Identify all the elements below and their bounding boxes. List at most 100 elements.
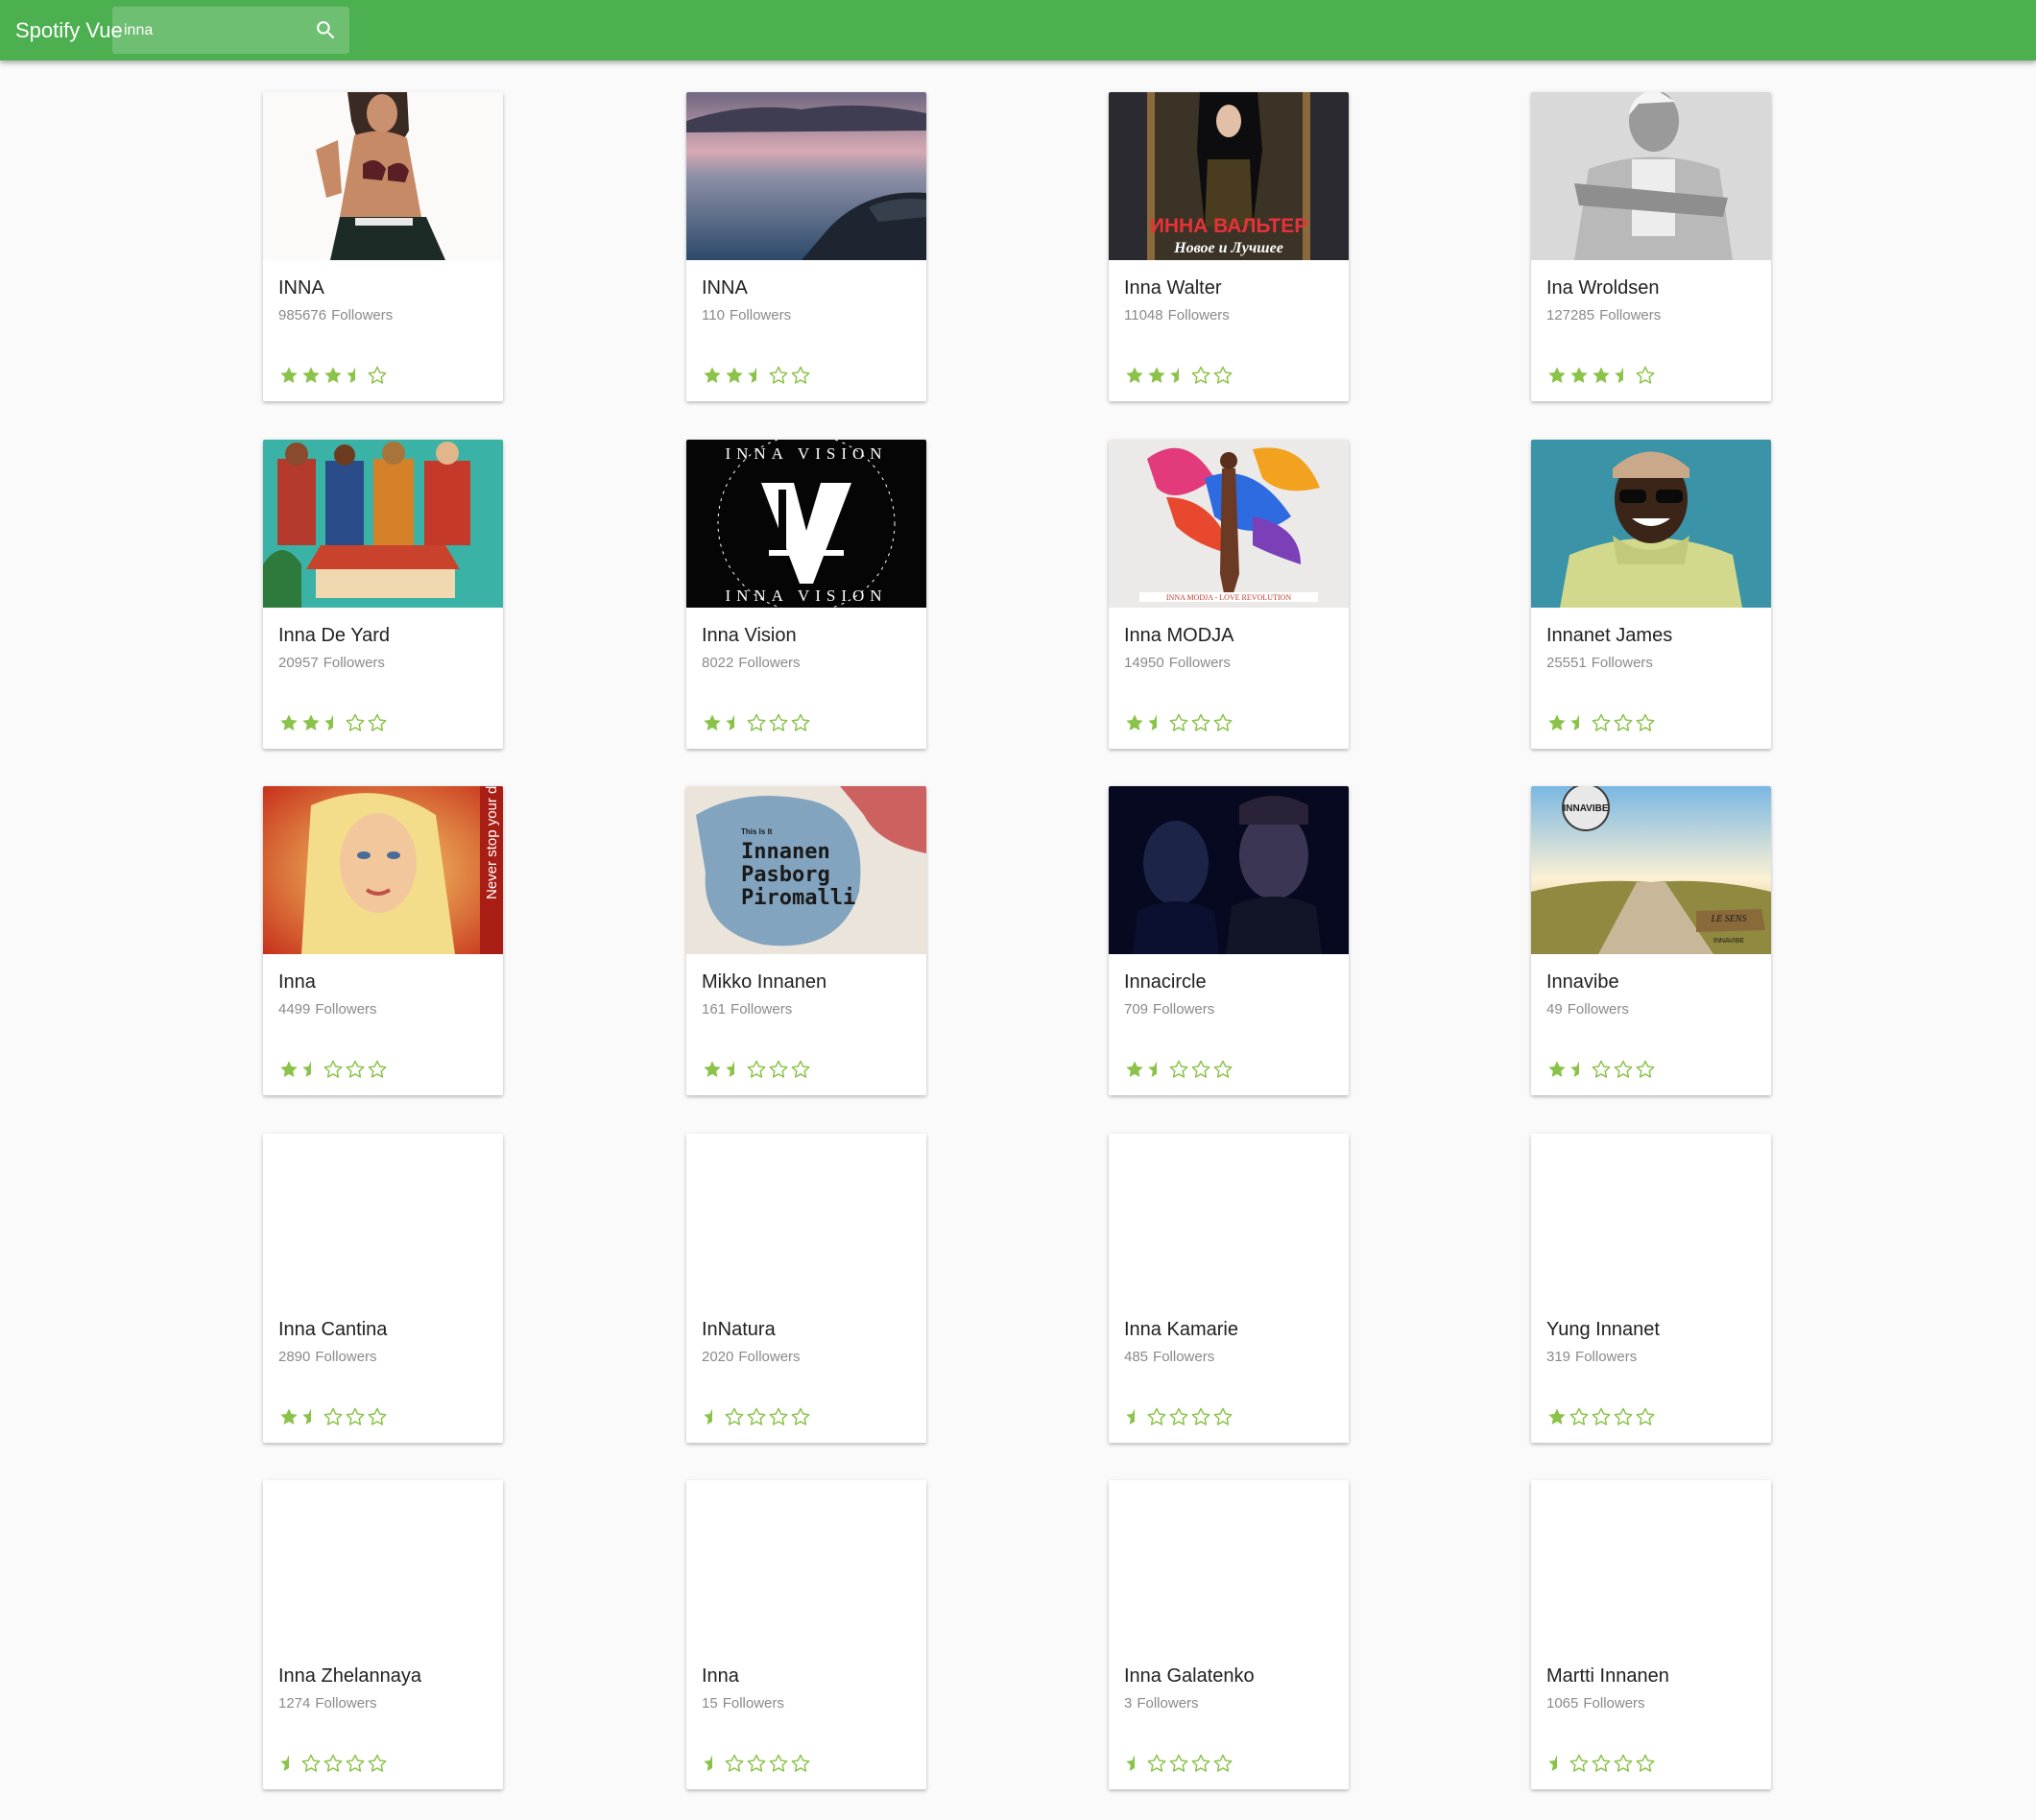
star-empty-icon[interactable] [1168, 1059, 1189, 1080]
artist-card[interactable]: Inna Kamarie 485 Followers [1109, 1134, 1349, 1443]
star-half-icon[interactable] [724, 712, 745, 733]
artist-image[interactable] [1531, 440, 1771, 608]
star-full-icon[interactable] [278, 365, 299, 386]
artist-name[interactable]: Yung Innanet [1546, 1319, 1765, 1341]
star-full-icon[interactable] [300, 365, 322, 386]
star-empty-icon[interactable] [746, 712, 767, 733]
star-empty-icon[interactable] [768, 712, 789, 733]
star-full-icon[interactable] [278, 1406, 299, 1427]
star-empty-icon[interactable] [790, 712, 811, 733]
artist-image[interactable] [263, 1480, 503, 1648]
star-empty-icon[interactable] [724, 1753, 745, 1774]
star-empty-icon[interactable] [1212, 1406, 1234, 1427]
star-empty-icon[interactable] [768, 365, 789, 386]
artist-card[interactable]: Never stop your da Inna 4499 Followers [263, 786, 503, 1095]
star-rating[interactable] [1124, 1059, 1234, 1080]
star-empty-icon[interactable] [1635, 365, 1656, 386]
artist-name[interactable]: Inna Cantina [278, 1319, 497, 1341]
star-empty-icon[interactable] [768, 1753, 789, 1774]
star-full-icon[interactable] [1546, 365, 1568, 386]
star-empty-icon[interactable] [1168, 1753, 1189, 1774]
star-rating[interactable] [702, 1406, 812, 1427]
star-empty-icon[interactable] [1635, 1753, 1656, 1774]
search-icon[interactable] [314, 18, 338, 42]
artist-image[interactable]: INNA VISION INNA VISION [686, 440, 926, 608]
star-empty-icon[interactable] [367, 1059, 388, 1080]
star-rating[interactable] [278, 365, 389, 386]
star-rating[interactable] [1124, 1753, 1234, 1774]
star-empty-icon[interactable] [1613, 1406, 1634, 1427]
star-full-icon[interactable] [1124, 712, 1145, 733]
star-empty-icon[interactable] [1190, 1753, 1211, 1774]
artist-card[interactable]: Inna De Yard 20957 Followers [263, 440, 503, 749]
star-full-icon[interactable] [702, 1059, 723, 1080]
artist-image[interactable] [686, 1480, 926, 1648]
artist-image[interactable]: INNA MODJA - LOVE REVOLUTION [1109, 440, 1349, 608]
star-empty-icon[interactable] [1613, 712, 1634, 733]
artist-name[interactable]: Inna De Yard [278, 625, 497, 647]
star-full-icon[interactable] [323, 365, 344, 386]
star-full-icon[interactable] [1546, 1406, 1568, 1427]
star-empty-icon[interactable] [1168, 712, 1189, 733]
star-empty-icon[interactable] [345, 712, 366, 733]
star-empty-icon[interactable] [1190, 1406, 1211, 1427]
star-full-icon[interactable] [1546, 1059, 1568, 1080]
star-empty-icon[interactable] [367, 365, 388, 386]
star-rating[interactable] [1124, 712, 1234, 733]
star-rating[interactable] [278, 712, 389, 733]
artist-name[interactable]: Inna [702, 1665, 921, 1688]
star-empty-icon[interactable] [746, 1406, 767, 1427]
star-rating[interactable] [278, 1406, 389, 1427]
star-rating[interactable] [278, 1059, 389, 1080]
artist-image[interactable] [263, 440, 503, 608]
star-empty-icon[interactable] [790, 1753, 811, 1774]
artist-image[interactable] [686, 1134, 926, 1302]
star-empty-icon[interactable] [1168, 1406, 1189, 1427]
star-rating[interactable] [1546, 712, 1657, 733]
artist-name[interactable]: Innavibe [1546, 971, 1765, 994]
star-empty-icon[interactable] [323, 1406, 344, 1427]
star-empty-icon[interactable] [768, 1059, 789, 1080]
star-full-icon[interactable] [1146, 365, 1167, 386]
star-empty-icon[interactable] [1569, 1753, 1590, 1774]
star-rating[interactable] [1124, 1406, 1234, 1427]
star-half-icon[interactable] [300, 1059, 322, 1080]
artist-card[interactable]: Innacircle 709 Followers [1109, 786, 1349, 1095]
star-empty-icon[interactable] [1591, 1406, 1612, 1427]
star-half-icon[interactable] [345, 365, 366, 386]
star-empty-icon[interactable] [768, 1406, 789, 1427]
star-full-icon[interactable] [1569, 365, 1590, 386]
star-empty-icon[interactable] [724, 1406, 745, 1427]
star-full-icon[interactable] [278, 712, 299, 733]
artist-name[interactable]: Innanet James [1546, 625, 1765, 647]
star-empty-icon[interactable] [1591, 712, 1612, 733]
artist-image[interactable] [1531, 92, 1771, 260]
artist-name[interactable]: Innacircle [1124, 971, 1343, 994]
star-empty-icon[interactable] [367, 712, 388, 733]
star-rating[interactable] [1546, 1753, 1657, 1774]
star-empty-icon[interactable] [1591, 1753, 1612, 1774]
star-half-icon[interactable] [1546, 1753, 1568, 1774]
star-half-icon[interactable] [1146, 1059, 1167, 1080]
star-empty-icon[interactable] [1591, 1059, 1612, 1080]
artist-name[interactable]: Inna Kamarie [1124, 1319, 1343, 1341]
star-empty-icon[interactable] [746, 1753, 767, 1774]
artist-card[interactable]: Innanet James 25551 Followers [1531, 440, 1771, 749]
star-empty-icon[interactable] [1212, 1059, 1234, 1080]
star-half-icon[interactable] [278, 1753, 299, 1774]
star-empty-icon[interactable] [345, 1753, 366, 1774]
star-full-icon[interactable] [702, 365, 723, 386]
star-empty-icon[interactable] [1190, 1059, 1211, 1080]
artist-name[interactable]: Mikko Innanen [702, 971, 921, 994]
star-full-icon[interactable] [1124, 1059, 1145, 1080]
star-empty-icon[interactable] [323, 1753, 344, 1774]
star-full-icon[interactable] [1546, 712, 1568, 733]
star-full-icon[interactable] [1124, 365, 1145, 386]
artist-card[interactable]: Martti Innanen 1065 Followers [1531, 1480, 1771, 1789]
artist-name[interactable]: INNA [278, 277, 497, 299]
star-half-icon[interactable] [1569, 1059, 1590, 1080]
artist-name[interactable]: Inna Zhelannaya [278, 1665, 497, 1688]
artist-image[interactable]: INNAVIBE LE SENS INNAVIBE [1531, 786, 1771, 954]
artist-card[interactable]: ИННА ВАЛЬТЕР Новое и Лучшее Inna Walter 11… [1109, 92, 1349, 401]
artist-image[interactable] [263, 1134, 503, 1302]
